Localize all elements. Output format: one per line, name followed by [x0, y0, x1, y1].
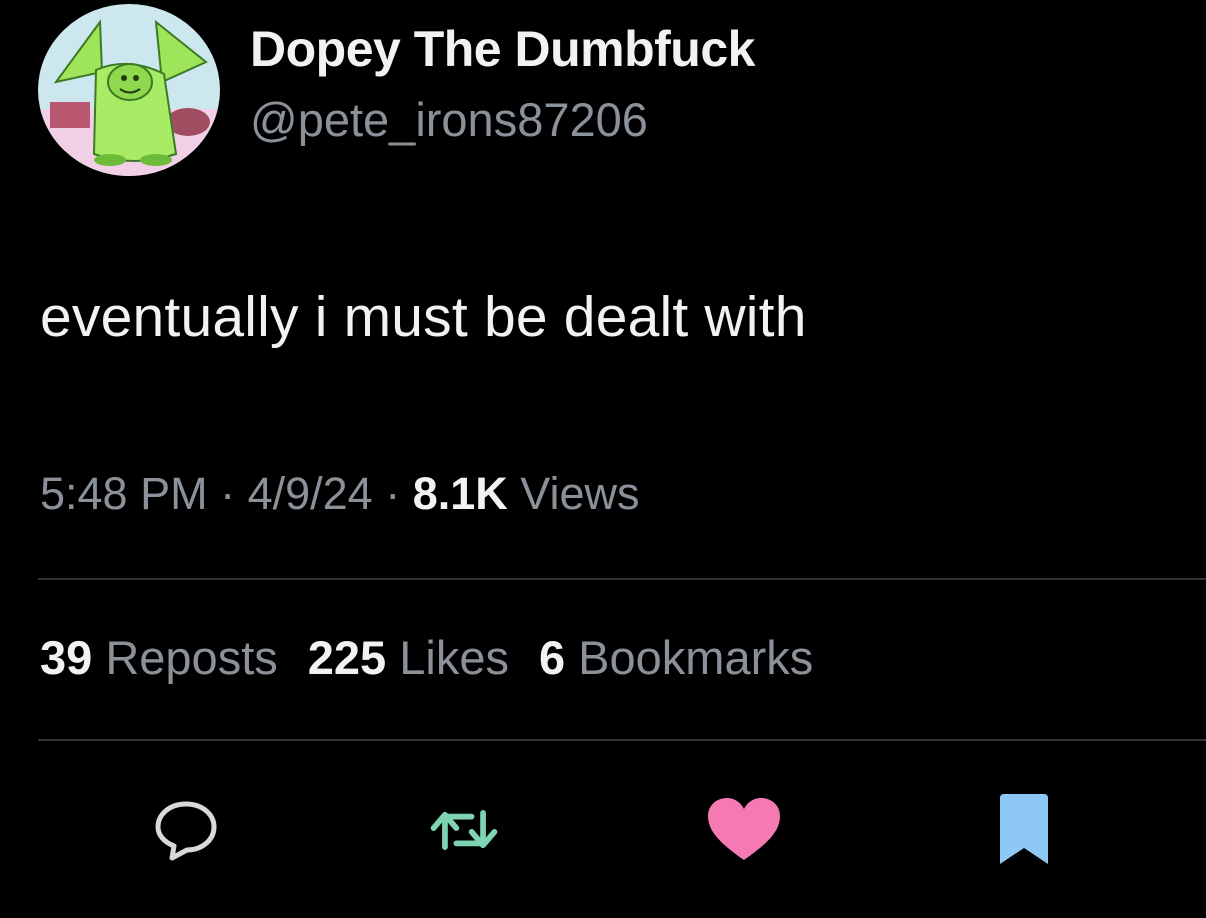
tweet-date[interactable]: 4/9/24: [248, 468, 373, 519]
like-button[interactable]: [704, 790, 784, 870]
views-count: 8.1K: [412, 468, 508, 519]
reposts-count: 39: [40, 631, 93, 684]
engagement-stats: 39 Reposts 225 Likes 6 Bookmarks: [40, 630, 843, 685]
tweet-time[interactable]: 5:48 PM: [40, 468, 208, 519]
reposts-stat[interactable]: 39 Reposts: [40, 631, 278, 684]
divider: [38, 578, 1206, 580]
avatar[interactable]: [38, 4, 220, 176]
tweet-text: eventually i must be dealt with: [40, 285, 807, 349]
bookmark-icon: [1000, 794, 1048, 864]
reposts-label: Reposts: [92, 631, 278, 684]
bookmarks-label: Bookmarks: [565, 631, 814, 684]
likes-stat[interactable]: 225 Likes: [308, 631, 509, 684]
views-label: Views: [507, 468, 640, 519]
tweet-meta: 5:48 PM · 4/9/24 · 8.1K Views: [40, 468, 640, 520]
reply-button[interactable]: [146, 790, 226, 870]
avatar-image: [38, 4, 220, 176]
bookmarks-stat[interactable]: 6 Bookmarks: [539, 631, 813, 684]
reply-icon: [155, 801, 217, 861]
bookmarks-count: 6: [538, 631, 566, 684]
likes-count: 225: [307, 631, 387, 684]
heart-icon: [708, 798, 780, 860]
bookmark-button[interactable]: [984, 790, 1064, 870]
divider: [38, 739, 1206, 741]
repost-icon: [430, 809, 498, 850]
meta-separator: ·: [372, 468, 413, 519]
user-handle[interactable]: @pete_irons87206: [250, 92, 648, 147]
likes-label: Likes: [386, 631, 509, 684]
display-name[interactable]: Dopey The Dumbfuck: [250, 20, 755, 78]
repost-button[interactable]: [424, 790, 504, 870]
meta-separator: ·: [207, 468, 248, 519]
